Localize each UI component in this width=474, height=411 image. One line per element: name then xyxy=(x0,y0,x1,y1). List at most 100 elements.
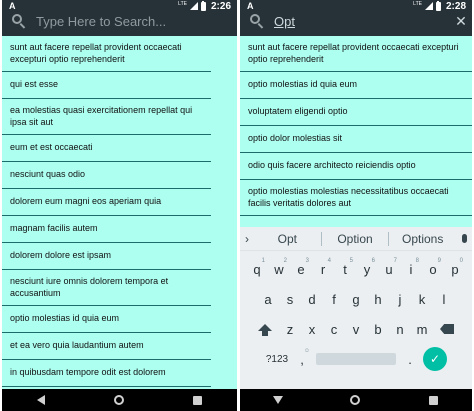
key-hint: 7 xyxy=(393,258,397,264)
key-label: q xyxy=(253,261,261,277)
key-hint: 6 xyxy=(371,258,375,264)
key-label: y xyxy=(363,261,371,277)
recent-apps-icon[interactable] xyxy=(428,395,438,405)
phone-screen-right: A LTE 2:28 ✕ sunt aut facere repellat pr… xyxy=(240,0,472,411)
key-label: c xyxy=(330,321,338,337)
list-item[interactable]: magnam facilis autem xyxy=(2,216,211,243)
letter-key[interactable]: e3 xyxy=(290,257,312,281)
key-hint: 4 xyxy=(327,258,331,264)
key-label: j xyxy=(398,291,402,307)
letter-key[interactable]: u7 xyxy=(378,257,400,281)
list-item[interactable]: optio dolor molestias sit xyxy=(240,126,472,153)
suggestion-item[interactable]: Opt xyxy=(254,232,321,246)
list-item[interactable]: dolorem dolore est ipsam xyxy=(2,243,211,270)
key-row-1: q1w2e3r4t5y6u7i8o9p0 xyxy=(240,257,472,281)
letter-key[interactable]: c xyxy=(323,317,345,341)
search-input[interactable] xyxy=(274,11,450,31)
key-label: m xyxy=(416,321,428,337)
backspace-icon xyxy=(440,324,454,334)
list-item[interactable]: voluptatem eligendi optio xyxy=(240,99,472,126)
list-item[interactable]: et ea vero quia laudantium autem xyxy=(2,333,211,360)
letter-key[interactable]: a xyxy=(257,287,279,311)
list-item[interactable]: optio molestias id quia eum xyxy=(240,72,472,99)
list-item[interactable]: nesciunt quas odio xyxy=(2,162,211,189)
search-bar xyxy=(2,9,237,33)
letter-key[interactable]: s xyxy=(279,287,301,311)
letter-key[interactable]: d xyxy=(301,287,323,311)
letter-key[interactable]: x xyxy=(301,317,323,341)
key-row-4: ?123 , ☺ . ✓ xyxy=(240,347,472,371)
letter-key[interactable]: p0 xyxy=(444,257,466,281)
key-hint: 0 xyxy=(459,258,463,264)
home-icon[interactable] xyxy=(113,395,124,405)
key-label: s xyxy=(286,291,294,307)
key-label: e xyxy=(297,261,305,277)
letter-key[interactable]: m xyxy=(411,317,433,341)
letter-key[interactable]: k xyxy=(411,287,433,311)
letter-key[interactable]: b xyxy=(367,317,389,341)
letter-keys: zxcvbnm xyxy=(279,317,433,341)
letter-key[interactable]: o9 xyxy=(422,257,444,281)
period-key[interactable]: . xyxy=(399,347,421,371)
letter-key[interactable]: r4 xyxy=(312,257,334,281)
list-item[interactable]: ea molestias quasi exercitationem repell… xyxy=(2,99,211,135)
recent-apps-icon[interactable] xyxy=(193,395,203,405)
list-item[interactable]: sunt aut facere repellat provident occae… xyxy=(2,36,211,72)
navigation-bar xyxy=(2,389,237,411)
backspace-key[interactable] xyxy=(433,317,461,341)
letter-key[interactable]: v xyxy=(345,317,367,341)
letter-key[interactable]: f xyxy=(323,287,345,311)
key-label: z xyxy=(286,321,294,337)
comma-key[interactable]: , ☺ xyxy=(291,347,313,371)
suggestion-item[interactable]: Options xyxy=(389,232,456,246)
search-icon xyxy=(250,14,264,29)
key-label: b xyxy=(374,321,382,337)
toolbar: A LTE 2:28 ✕ xyxy=(240,0,472,36)
home-icon[interactable] xyxy=(350,395,361,405)
letter-key[interactable]: n xyxy=(389,317,411,341)
close-icon[interactable]: ✕ xyxy=(450,10,472,32)
list-item[interactable]: optio molestias molestias necessitatibus… xyxy=(240,180,472,216)
key-label: u xyxy=(385,261,393,277)
back-icon[interactable] xyxy=(36,395,45,405)
back-icon[interactable] xyxy=(273,396,284,404)
lte-label: LTE xyxy=(178,0,187,7)
list-item[interactable]: qui est esse xyxy=(2,72,211,99)
letter-key[interactable]: g xyxy=(345,287,367,311)
letter-key[interactable]: t5 xyxy=(334,257,356,281)
space-key[interactable] xyxy=(313,347,399,371)
key-label: x xyxy=(308,321,316,337)
key-hint: 9 xyxy=(437,258,441,264)
key-label: i xyxy=(409,261,413,277)
suggestion-item[interactable]: Option xyxy=(322,232,389,246)
key-hint: 5 xyxy=(349,258,353,264)
symbols-key[interactable]: ?123 xyxy=(263,347,291,371)
list-item[interactable]: sunt aut facere repellat provident occae… xyxy=(240,36,472,72)
key-row-2: asdfghjkl xyxy=(240,287,472,311)
list-item[interactable]: in quibusdam tempore odit est dolorem xyxy=(2,360,211,387)
letter-key[interactable]: y6 xyxy=(356,257,378,281)
list-item[interactable]: eum et est occaecati xyxy=(2,135,211,162)
list-item[interactable]: optio molestias id quia eum xyxy=(2,306,211,333)
letter-key[interactable]: i8 xyxy=(400,257,422,281)
list-item[interactable]: nesciunt iure omnis dolorem tempora et a… xyxy=(2,270,211,306)
chevron-right-icon[interactable]: › xyxy=(240,232,254,246)
search-bar: ✕ xyxy=(240,9,472,33)
phone-screen-left: A LTE 2:26 sunt aut facere repellat prov… xyxy=(2,0,237,411)
key-label: f xyxy=(332,291,336,307)
letter-key[interactable]: w2 xyxy=(268,257,290,281)
list-item[interactable]: odio quis facere architecto reiciendis o… xyxy=(240,153,472,180)
list-item[interactable]: dolorem eum magni eos aperiam quia xyxy=(2,189,211,216)
letter-key[interactable]: h xyxy=(367,287,389,311)
letter-key[interactable]: j xyxy=(389,287,411,311)
key-hint: 2 xyxy=(283,258,287,264)
search-enter-icon: ✓ xyxy=(423,347,447,371)
search-input[interactable] xyxy=(36,11,237,31)
microphone-icon[interactable] xyxy=(456,234,472,243)
letter-key[interactable]: q1 xyxy=(246,257,268,281)
shift-key[interactable] xyxy=(251,317,279,341)
letter-key[interactable]: l xyxy=(433,287,455,311)
letter-key[interactable]: z xyxy=(279,317,301,341)
enter-key[interactable]: ✓ xyxy=(421,347,449,371)
key-label: h xyxy=(374,291,382,307)
